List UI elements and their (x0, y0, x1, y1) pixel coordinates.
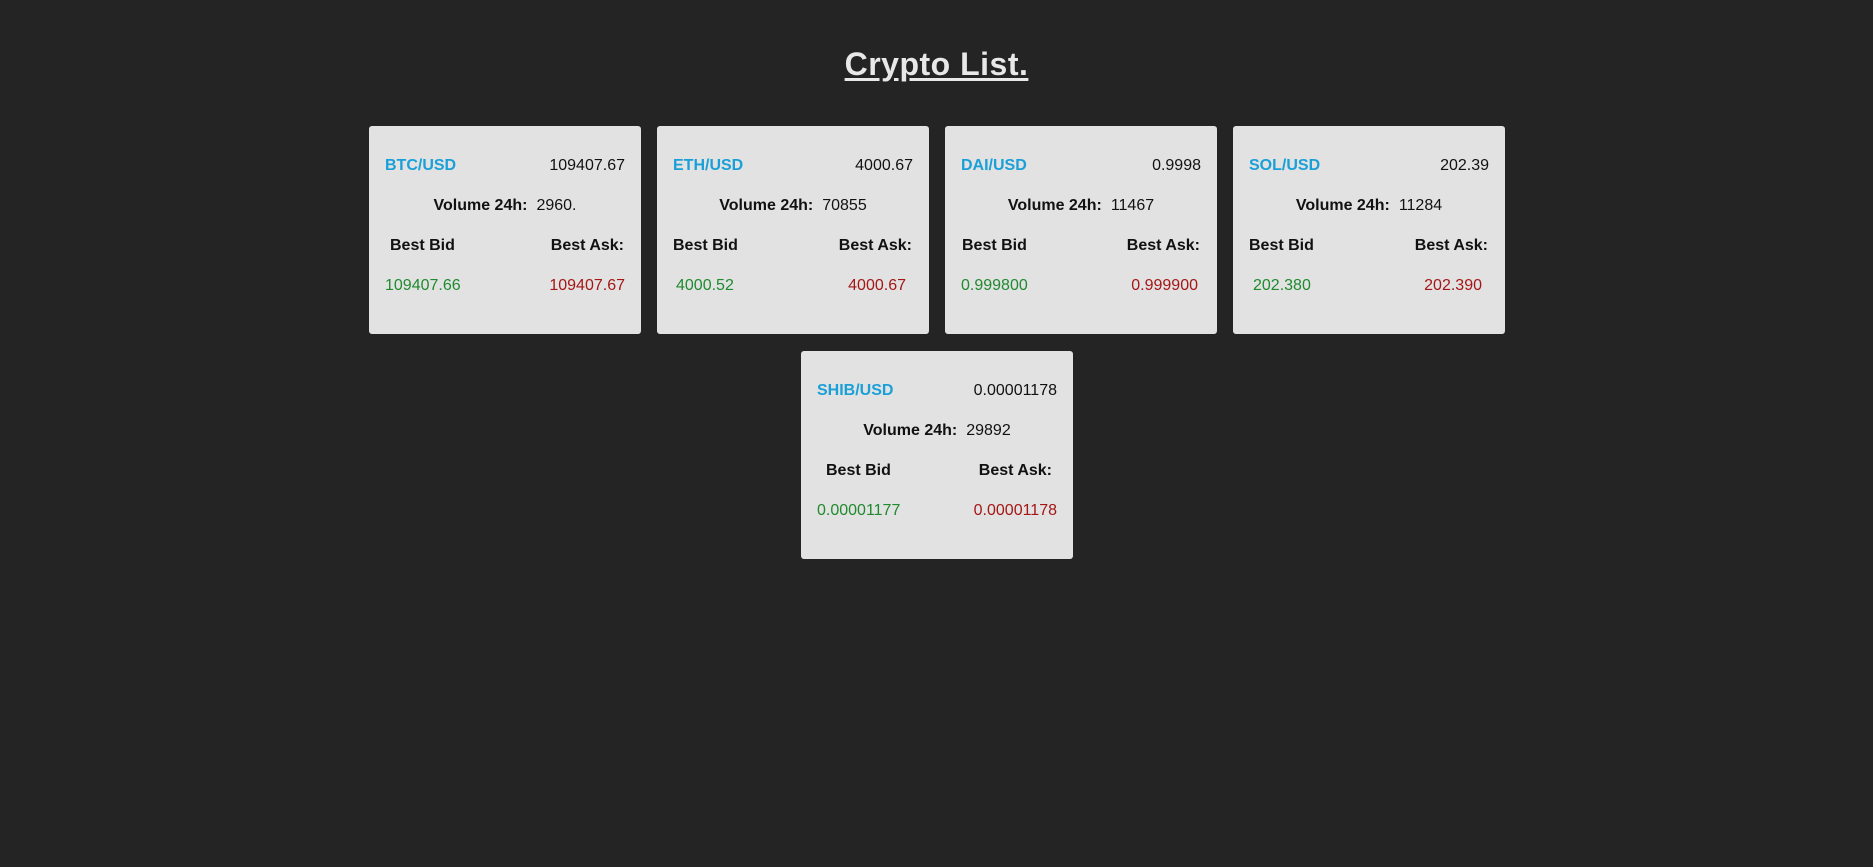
price-value: 4000.67 (855, 157, 913, 174)
volume-label: Volume 24h: (433, 197, 528, 214)
best-ask-value: 4000.67 (848, 277, 906, 294)
crypto-card-list: BTC/USD 109407.67 Volume 24h: 2960. Best… (368, 126, 1506, 559)
best-bid-label: Best Bid (1249, 237, 1314, 254)
price-value: 0.9998 (1152, 157, 1201, 174)
pair-name: DAI/USD (961, 157, 1027, 174)
price-value: 109407.67 (549, 157, 625, 174)
best-ask-value: 109407.67 (549, 277, 625, 294)
best-bid-value: 0.00001177 (817, 502, 901, 519)
volume-value: 11467 (1110, 197, 1155, 214)
best-bid-value: 109407.66 (385, 277, 461, 294)
crypto-card-eth[interactable]: ETH/USD 4000.67 Volume 24h: 70855 Best B… (657, 126, 929, 334)
volume-label: Volume 24h: (719, 197, 814, 214)
best-ask-label: Best Ask: (838, 237, 912, 254)
crypto-card-sol[interactable]: SOL/USD 202.39 Volume 24h: 11284 Best Bi… (1233, 126, 1505, 334)
volume-label: Volume 24h: (863, 422, 958, 439)
best-ask-label: Best Ask: (550, 237, 624, 254)
best-ask-value: 202.390 (1424, 277, 1482, 294)
best-ask-label: Best Ask: (1414, 237, 1488, 254)
page-title: Crypto List. (844, 46, 1029, 82)
best-bid-label: Best Bid (962, 237, 1027, 254)
pair-name: SOL/USD (1249, 157, 1321, 174)
crypto-card-btc[interactable]: BTC/USD 109407.67 Volume 24h: 2960. Best… (369, 126, 641, 334)
volume-value: 29892 (966, 422, 1011, 439)
pair-name: SHIB/USD (817, 382, 894, 399)
volume-value: 70855 (822, 197, 867, 214)
best-ask-label: Best Ask: (1126, 237, 1200, 254)
best-bid-value: 0.999800 (961, 277, 1028, 294)
best-ask-value: 0.00001178 (973, 502, 1057, 519)
best-ask-label: Best Ask: (978, 462, 1052, 479)
volume-label: Volume 24h: (1007, 197, 1102, 214)
best-bid-value: 202.380 (1253, 277, 1311, 294)
best-bid-label: Best Bid (826, 462, 891, 479)
best-bid-label: Best Bid (390, 237, 455, 254)
price-value: 202.39 (1440, 157, 1489, 174)
pair-name: ETH/USD (673, 157, 744, 174)
crypto-card-shib[interactable]: SHIB/USD 0.00001178 Volume 24h: 29892 Be… (801, 351, 1073, 559)
pair-name: BTC/USD (385, 157, 457, 174)
crypto-card-dai[interactable]: DAI/USD 0.9998 Volume 24h: 11467 Best Bi… (945, 126, 1217, 334)
best-bid-label: Best Bid (673, 237, 738, 254)
best-bid-value: 4000.52 (676, 277, 734, 294)
volume-value: 11284 (1398, 197, 1443, 214)
volume-value: 2960. (536, 197, 577, 214)
price-value: 0.00001178 (973, 382, 1057, 399)
best-ask-value: 0.999900 (1131, 277, 1198, 294)
volume-label: Volume 24h: (1295, 197, 1390, 214)
